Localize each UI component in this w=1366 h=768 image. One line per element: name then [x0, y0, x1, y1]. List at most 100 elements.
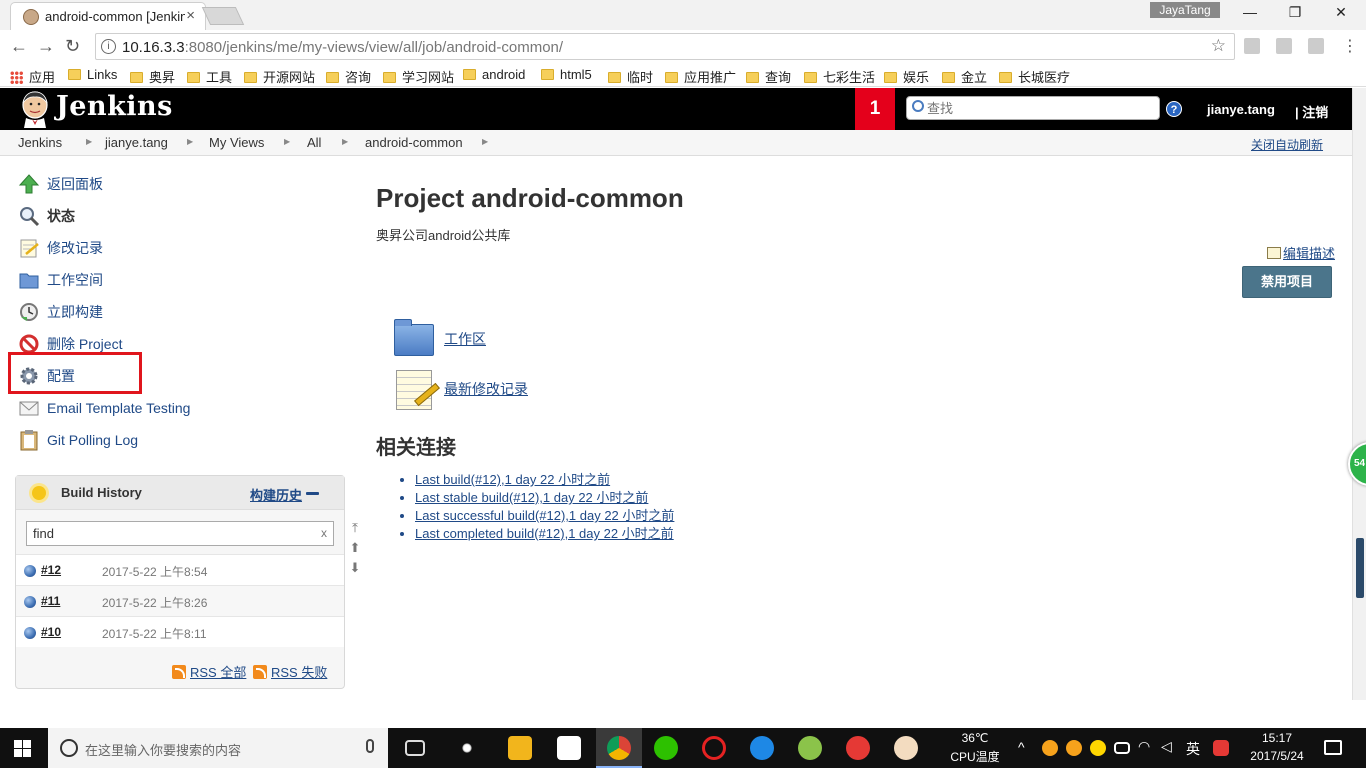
- recent-changes-link[interactable]: 最新修改记录: [392, 368, 528, 410]
- breadcrumb-arrow-icon[interactable]: ▶: [284, 137, 290, 146]
- breadcrumb-job[interactable]: android-common: [365, 135, 463, 150]
- taskbar-search-box[interactable]: 在这里输入你要搜索的内容: [48, 728, 388, 768]
- page-top-icon[interactable]: ⤒: [348, 520, 362, 540]
- bookmark-folder[interactable]: 七彩生活: [804, 67, 875, 86]
- clock-date[interactable]: 2017/5/24: [1244, 749, 1310, 763]
- rss-all-link[interactable]: RSS 全部: [172, 662, 246, 681]
- related-link-last-successful[interactable]: Last successful build(#12),1 day 22 小时之前: [415, 505, 674, 523]
- breadcrumb-arrow-icon[interactable]: ▶: [342, 137, 348, 146]
- file-explorer-icon[interactable]: [508, 736, 532, 760]
- bookmark-apps[interactable]: 应用: [10, 67, 55, 86]
- task-build-now[interactable]: 立即构建: [18, 300, 103, 324]
- avatar-app-icon[interactable]: [894, 736, 918, 760]
- breadcrumb-arrow-icon[interactable]: ▶: [187, 137, 193, 146]
- build-number-link[interactable]: #11: [41, 594, 60, 608]
- bookmark-folder[interactable]: android: [463, 67, 525, 82]
- wifi-icon[interactable]: ◠: [1138, 738, 1150, 755]
- notification-center-icon[interactable]: [1324, 740, 1342, 755]
- breadcrumb-all[interactable]: All: [307, 135, 321, 150]
- search-box[interactable]: [906, 96, 1160, 120]
- bookmark-folder[interactable]: 应用推广: [665, 67, 736, 86]
- search-input[interactable]: [927, 99, 1157, 117]
- ime-indicator[interactable]: 英: [1186, 739, 1200, 759]
- task-view-icon[interactable]: [405, 740, 425, 756]
- tab-close-icon[interactable]: ×: [186, 7, 195, 24]
- volume-icon[interactable]: ◁: [1161, 738, 1172, 755]
- bookmark-folder[interactable]: 临时: [608, 67, 653, 86]
- bookmark-folder[interactable]: 长城医疗: [999, 67, 1070, 86]
- rss-failed-link[interactable]: RSS 失败: [253, 662, 327, 681]
- build-filter-input[interactable]: [33, 526, 303, 541]
- build-number-link[interactable]: #10: [41, 625, 61, 639]
- bookmark-folder[interactable]: 学习网站: [383, 67, 454, 86]
- breadcrumb-arrow-icon[interactable]: ▶: [86, 137, 92, 146]
- site-info-icon[interactable]: i: [101, 39, 116, 54]
- bookmark-star-icon[interactable]: ☆: [1211, 36, 1226, 56]
- bookmark-folder[interactable]: 查询: [746, 67, 791, 86]
- auto-refresh-toggle[interactable]: 关闭自动刷新: [1251, 136, 1323, 153]
- bookmark-folder[interactable]: 金立: [942, 67, 987, 86]
- workspace-link[interactable]: 工作区: [392, 318, 486, 360]
- clear-filter-icon[interactable]: x: [321, 526, 327, 540]
- address-bar[interactable]: i 10.16.3.3:8080/jenkins/me/my-views/vie…: [95, 33, 1235, 60]
- scrollbar-thumb[interactable]: [1356, 538, 1364, 598]
- help-icon[interactable]: ?: [1166, 101, 1182, 117]
- new-tab-button[interactable]: [201, 7, 245, 25]
- maximize-icon[interactable]: ❐: [1285, 4, 1305, 21]
- breadcrumb-jenkins[interactable]: Jenkins: [18, 135, 62, 150]
- menu-icon[interactable]: ⋮: [1342, 36, 1358, 56]
- reload-icon[interactable]: ↻: [65, 36, 80, 57]
- related-link-last-stable[interactable]: Last stable build(#12),1 day 22 小时之前: [415, 487, 674, 505]
- build-number-link[interactable]: #12: [41, 563, 61, 577]
- task-git-polling-log[interactable]: Git Polling Log: [18, 428, 138, 452]
- related-link-last-completed[interactable]: Last completed build(#12),1 day 22 小时之前: [415, 523, 674, 541]
- dingtalk-icon[interactable]: [750, 736, 774, 760]
- url-text[interactable]: 10.16.3.3:8080/jenkins/me/my-views/view/…: [122, 39, 563, 56]
- android-studio-icon[interactable]: [798, 736, 822, 760]
- microphone-icon[interactable]: [366, 739, 374, 753]
- close-window-icon[interactable]: ✕: [1331, 4, 1351, 21]
- task-changes[interactable]: 修改记录: [18, 236, 103, 260]
- minimize-icon[interactable]: —: [1240, 4, 1260, 20]
- page-scrollbar[interactable]: [1352, 88, 1366, 700]
- netease-icon[interactable]: [702, 736, 726, 760]
- store-icon[interactable]: [557, 736, 581, 760]
- tray-plus-icon[interactable]: [1090, 740, 1106, 756]
- wechat-icon[interactable]: [654, 736, 678, 760]
- breadcrumb-user[interactable]: jianye.tang: [105, 135, 168, 150]
- breadcrumb-my-views[interactable]: My Views: [209, 135, 264, 150]
- battery-icon[interactable]: [1114, 742, 1130, 754]
- tray-expand-icon[interactable]: ^: [1018, 739, 1025, 755]
- build-trend-link[interactable]: 构建历史: [250, 485, 302, 504]
- chrome-icon[interactable]: [607, 736, 631, 760]
- task-email-template-testing[interactable]: Email Template Testing: [18, 396, 190, 420]
- breadcrumb-arrow-icon[interactable]: ▶: [482, 137, 488, 146]
- jenkins-brand-title[interactable]: Jenkins: [56, 91, 173, 122]
- jenkins-butler-logo-icon[interactable]: [18, 90, 52, 128]
- extension-icon[interactable]: [1276, 38, 1292, 54]
- extension-icon[interactable]: [1308, 38, 1324, 54]
- build-filter-box[interactable]: x: [26, 521, 334, 546]
- notification-badge[interactable]: 1: [855, 88, 895, 130]
- build-date[interactable]: 2017-5-22 上午8:26: [102, 594, 207, 611]
- collapse-icon[interactable]: [306, 492, 319, 495]
- user-link[interactable]: jianye.tang: [1207, 102, 1275, 117]
- bookmark-folder[interactable]: html5: [541, 67, 592, 82]
- task-back-to-dashboard[interactable]: 返回面板: [18, 172, 103, 196]
- page-up-icon[interactable]: ⬆: [348, 540, 362, 560]
- snail-app-icon[interactable]: [846, 736, 870, 760]
- qq-icon[interactable]: [1066, 740, 1082, 756]
- floating-monitor-badge[interactable]: 54: [1348, 442, 1366, 486]
- qq-icon[interactable]: [1042, 740, 1058, 756]
- edit-description-link[interactable]: 编辑描述: [1267, 243, 1335, 262]
- back-icon[interactable]: ←: [10, 36, 28, 57]
- clock-time[interactable]: 15:17: [1244, 731, 1310, 745]
- page-down-icon[interactable]: ⬇: [348, 560, 362, 580]
- bookmark-folder[interactable]: 娱乐: [884, 67, 929, 86]
- task-workspace[interactable]: 工作空间: [18, 268, 103, 292]
- browser-tab-active[interactable]: android-common [Jenkins] ×: [10, 2, 206, 30]
- bookmark-folder[interactable]: 奥昇: [130, 67, 175, 86]
- extension-icon[interactable]: [1244, 38, 1260, 54]
- sogou-icon[interactable]: [1213, 740, 1229, 756]
- build-date[interactable]: 2017-5-22 上午8:11: [102, 625, 207, 642]
